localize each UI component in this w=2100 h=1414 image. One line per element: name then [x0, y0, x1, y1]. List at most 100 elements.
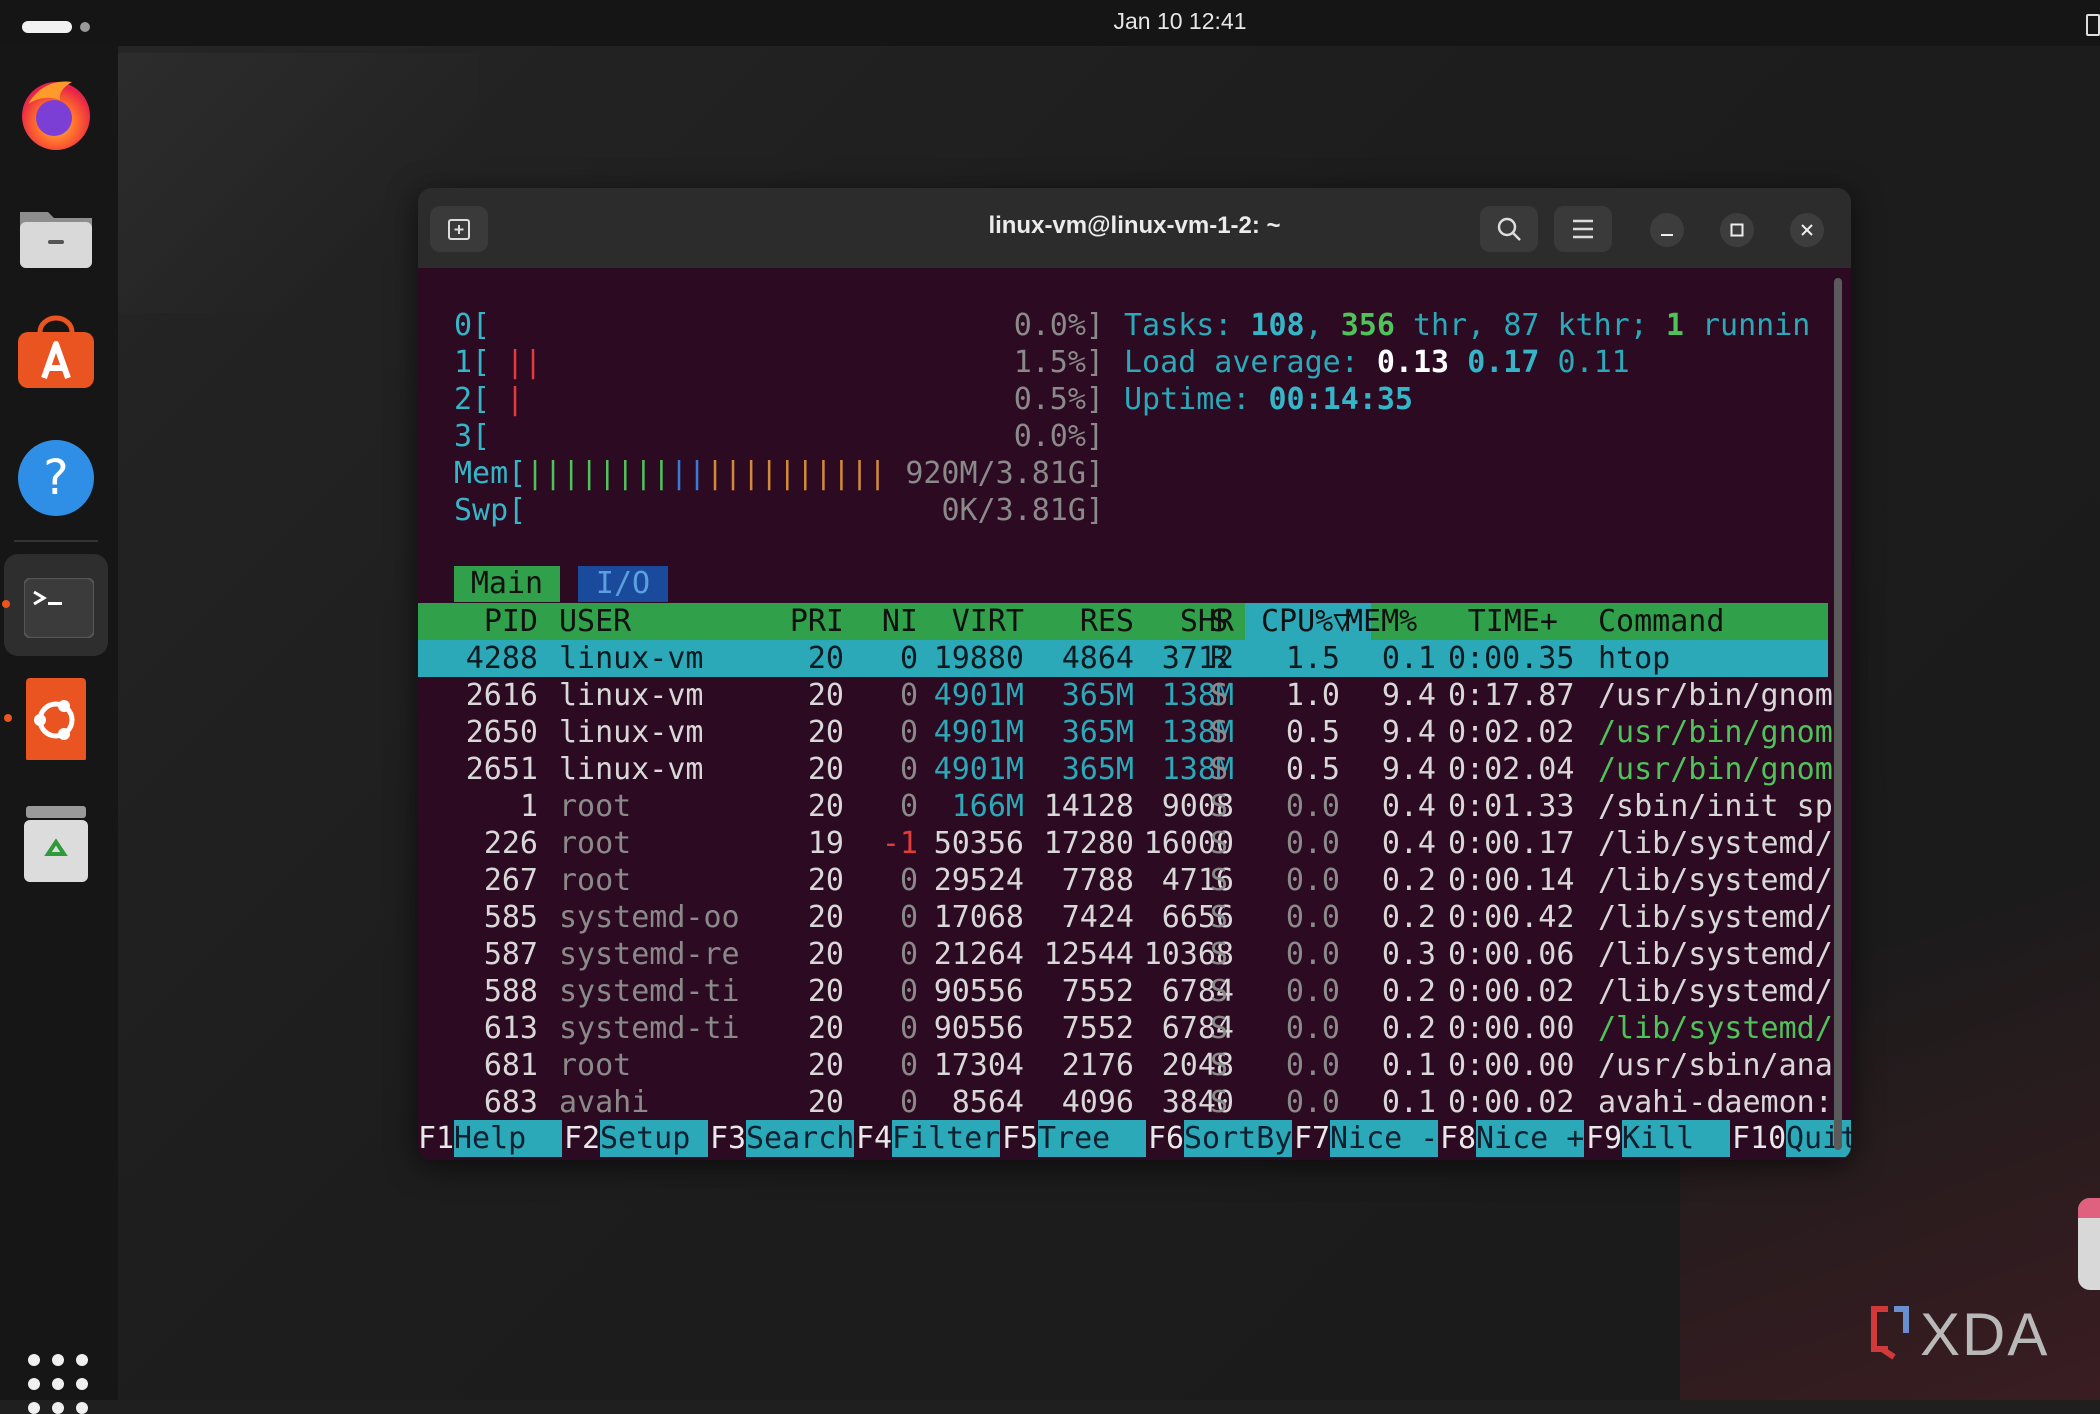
- close-button[interactable]: [1790, 213, 1824, 247]
- process-row[interactable]: 2616 linux-vm 20 0 4901M 365M 138M S 1.0 9.4 0:17.…: [418, 677, 1833, 714]
- clock[interactable]: Jan 10 12:41: [0, 8, 2100, 35]
- dock-help[interactable]: ?: [14, 436, 98, 520]
- cell-ni: 0: [899, 974, 918, 1009]
- fkey-search-button[interactable]: Search: [746, 1120, 854, 1157]
- dock-trash[interactable]: [14, 802, 98, 886]
- tab-io[interactable]: I/O: [578, 566, 668, 602]
- menu-button[interactable]: [1554, 206, 1612, 252]
- uptime-label: Uptime:: [1124, 382, 1269, 417]
- cell-ni: 0: [899, 937, 918, 972]
- maximize-button[interactable]: [1720, 213, 1754, 247]
- terminal-scrollbar[interactable]: [1834, 278, 1842, 1150]
- cell-s: S: [1210, 937, 1229, 972]
- col-state[interactable]: S: [1210, 603, 1228, 640]
- process-row[interactable]: 585 systemd-oo 20 0 17068 7424 6656 S 0.0 0.2 0:00…: [418, 899, 1833, 936]
- cell-command: /sbin/init sp: [1598, 789, 1833, 824]
- col-command[interactable]: Command: [1598, 603, 1724, 640]
- cell-s: R: [1210, 641, 1229, 676]
- fkey-tree-button[interactable]: Tree: [1038, 1120, 1146, 1157]
- process-row[interactable]: 683 avahi 20 0 8564 4096 3840 S 0.0 0.1 0:00.02 ava…: [418, 1084, 1833, 1121]
- cell-s: S: [1210, 1011, 1229, 1046]
- threads-label: thr,: [1394, 308, 1504, 343]
- cell-pid: 587: [483, 937, 538, 972]
- col-virt[interactable]: VIRT: [918, 603, 1024, 640]
- cell-cpu: 0.0: [1285, 900, 1340, 935]
- fkey-sortby-button[interactable]: SortBy: [1184, 1120, 1292, 1157]
- cell-virt: 4901M: [933, 752, 1024, 787]
- fkey-nice-button[interactable]: Nice -: [1330, 1120, 1438, 1157]
- cell-mem: 0.3: [1381, 937, 1436, 972]
- dock-terminal[interactable]: [2, 554, 108, 656]
- cell-user: root: [559, 1048, 632, 1083]
- col-res[interactable]: RES: [1038, 603, 1134, 640]
- process-row[interactable]: 1 root 20 0 166M 14128 9008 S 0.0 0.4 0:01.33/sbin…: [418, 788, 1833, 825]
- edge-notification: [2078, 1198, 2100, 1290]
- cell-user: systemd-oo: [559, 900, 740, 935]
- fkey-kill-button[interactable]: Kill: [1622, 1120, 1730, 1157]
- process-row-selected[interactable]: 4288 linux-vm 20 0 19880 4864 3712 R 1.5 0.1 0:00.…: [418, 640, 1828, 677]
- running-indicator-icon: [4, 714, 12, 722]
- fkey-setup-button[interactable]: Setup: [600, 1120, 708, 1157]
- col-pid[interactable]: PID: [428, 603, 538, 640]
- cell-pri: 20: [807, 641, 844, 676]
- col-ni[interactable]: NI: [858, 603, 918, 640]
- process-row[interactable]: 588 systemd-ti 20 0 90556 7552 6784 S 0.0 0.2 0:00…: [418, 973, 1833, 1010]
- kthreads-count: 87: [1503, 308, 1540, 343]
- dock-firefox[interactable]: [14, 70, 98, 154]
- cell-virt: 4901M: [933, 678, 1024, 713]
- process-row[interactable]: 2650 linux-vm 20 0 4901M 365M 138M S 0.5 9.4 0:02.…: [418, 714, 1833, 751]
- fkey-nice-button[interactable]: Nice +: [1476, 1120, 1584, 1157]
- close-icon: [1801, 224, 1813, 236]
- cell-res: 7424: [1061, 900, 1134, 935]
- cell-pri: 20: [807, 937, 844, 972]
- fkey-number: F9: [1586, 1120, 1623, 1157]
- system-indicator-icon[interactable]: [2086, 14, 2100, 36]
- col-mem[interactable]: MEM%: [1345, 603, 1417, 640]
- search-button[interactable]: [1480, 206, 1538, 252]
- cell-time: 0:02.04: [1448, 752, 1575, 787]
- col-time[interactable]: TIME+: [1448, 603, 1558, 640]
- tasks-label: Tasks:: [1124, 308, 1251, 343]
- cell-command: /lib/systemd/: [1598, 826, 1833, 861]
- cell-mem: 0.1: [1381, 641, 1436, 676]
- cell-s: S: [1210, 1048, 1229, 1083]
- terminal-view[interactable]: 0[ 0.0%] 1[ || 1.5%] 2[ | 0.5%] 3[ 0.0%]…: [418, 268, 1851, 1160]
- fkey-number: F2: [564, 1120, 601, 1157]
- dock-app-center[interactable]: [14, 310, 98, 394]
- cell-ni: -1: [881, 826, 918, 861]
- col-user[interactable]: USER: [559, 603, 631, 640]
- tab-main[interactable]: Main: [454, 566, 560, 602]
- cell-pid: 226: [483, 826, 538, 861]
- cell-user: avahi: [559, 1085, 650, 1120]
- swap-value: 0K/3.81G]: [941, 493, 1104, 528]
- process-row[interactable]: 587 systemd-re 20 0 21264 12544 10368 S 0.0 0.3 0:…: [418, 936, 1833, 973]
- col-pri[interactable]: PRI: [748, 603, 844, 640]
- process-row[interactable]: 681 root 20 0 17304 2176 2048 S 0.0 0.1 0:00.00/us…: [418, 1047, 1833, 1084]
- process-row[interactable]: 267 root 20 0 29524 7788 4716 S 0.0 0.2 0:00.14/li…: [418, 862, 1833, 899]
- process-row[interactable]: 2651 linux-vm 20 0 4901M 365M 138M S 0.5 9.4 0:02.…: [418, 751, 1833, 788]
- cpu-meter-3: 3[ 0.0%]: [418, 418, 1828, 455]
- cell-res: 4096: [1061, 1085, 1134, 1120]
- cell-time: 0:00.02: [1448, 1085, 1575, 1120]
- cell-virt: 21264: [933, 937, 1024, 972]
- cell-cpu: 0.0: [1285, 1048, 1340, 1083]
- cell-user: root: [559, 826, 632, 861]
- minimize-button[interactable]: [1650, 213, 1684, 247]
- cell-pid: 681: [483, 1048, 538, 1083]
- dock-files[interactable]: [14, 192, 98, 276]
- process-row[interactable]: 613 systemd-ti 20 0 90556 7552 6784 S 0.0 0.2 0:00…: [418, 1010, 1833, 1047]
- xda-watermark: XDA: [1920, 1301, 2050, 1368]
- cell-time: 0:00.42: [1448, 900, 1575, 935]
- cell-pri: 20: [807, 752, 844, 787]
- fkey-filter-button[interactable]: Filter: [892, 1120, 1000, 1157]
- process-row[interactable]: 226 root 19 -1 50356 17280 16000 S 0.0 0.4 0:00.17…: [418, 825, 1833, 862]
- fkey-help-button[interactable]: Help: [454, 1120, 562, 1157]
- dock-ubuntu[interactable]: [4, 676, 98, 760]
- show-apps-grid-icon[interactable]: [28, 1354, 88, 1414]
- mem-value: 920M/3.81G]: [905, 456, 1104, 491]
- cell-ni: 0: [899, 678, 918, 713]
- function-key-bar: F1 Help F2 Setup F3 Search F4 Filter F5 Tree F6…: [418, 1120, 1851, 1157]
- cell-cpu: 0.0: [1285, 1085, 1340, 1120]
- cell-res: 12544: [1043, 937, 1134, 972]
- cell-user: systemd-ti: [559, 1011, 740, 1046]
